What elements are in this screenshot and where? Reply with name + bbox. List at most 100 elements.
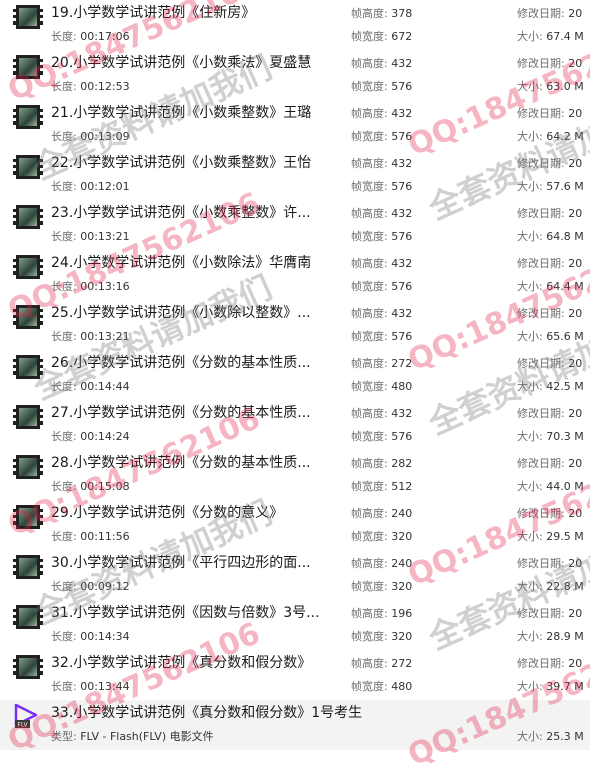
duration-value: 00:13:21: [80, 230, 130, 243]
modified-date-label: 修改日期:: [517, 557, 569, 570]
duration: 长度: 00:15:08: [51, 478, 130, 494]
file-size: 大小: 64.4 M: [517, 278, 584, 294]
frame-width: 帧宽度: 320: [351, 628, 412, 644]
file-size: 大小: 64.2 M: [517, 128, 584, 144]
modified-date-label: 修改日期:: [517, 407, 569, 420]
thumbnail-image: [19, 658, 37, 676]
duration-value: 00:13:44: [80, 680, 130, 693]
duration-value: 00:09:12: [80, 580, 130, 593]
file-size-label: 大小:: [517, 230, 547, 243]
modified-date-value: 20: [568, 657, 583, 670]
file-size: 大小: 44.0 M: [517, 478, 584, 494]
list-item[interactable]: 24.小学数学试讲范例《小数除法》华膺南 长度: 00:13:16 帧高度: 432…: [0, 250, 590, 300]
file-name: 23.小学数学试讲范例《小数乘整数》许...: [51, 205, 311, 221]
file-size-label: 大小:: [517, 280, 547, 293]
list-item[interactable]: 26.小学数学试讲范例《分数的基本性质... 长度: 00:14:44 帧高度: 2…: [0, 350, 590, 400]
list-item[interactable]: 19.小学数学试讲范例《住新房》 长度: 00:17:06 帧高度: 378 帧宽度:…: [0, 0, 590, 50]
duration: 长度: 00:12:53: [51, 78, 130, 94]
duration-label: 长度:: [51, 630, 81, 643]
frame-width: 帧宽度: 576: [351, 228, 412, 244]
file-type: 类型: FLV - Flash(FLV) 电影文件: [51, 728, 214, 744]
file-name: 19.小学数学试讲范例《住新房》: [51, 5, 256, 21]
frame-width-label: 帧宽度:: [351, 280, 392, 293]
frame-width: 帧宽度: 576: [351, 128, 412, 144]
duration-label: 长度:: [51, 180, 81, 193]
frame-width-value: 512: [391, 480, 413, 493]
flv-badge-text: FLV: [17, 722, 28, 729]
frame-width: 帧宽度: 576: [351, 278, 412, 294]
duration: 长度: 00:13:16: [51, 278, 130, 294]
file-name: 28.小学数学试讲范例《分数的基本性质...: [51, 455, 311, 471]
frame-width-value: 672: [391, 30, 413, 43]
modified-date-label: 修改日期:: [517, 257, 569, 270]
frame-width-value: 576: [391, 280, 413, 293]
video-thumbnail: [13, 655, 43, 679]
frame-height-value: 432: [391, 307, 413, 320]
modified-date: 修改日期: 20: [517, 155, 582, 171]
duration-value: 00:12:01: [80, 180, 130, 193]
modified-date-label: 修改日期:: [517, 207, 569, 220]
duration-value: 00:13:16: [80, 280, 130, 293]
video-thumbnail: [13, 605, 43, 629]
list-item[interactable]: 27.小学数学试讲范例《分数的基本性质... 长度: 00:14:24 帧高度: 4…: [0, 400, 590, 450]
modified-date-value: 20: [568, 307, 583, 320]
duration-value: 00:12:53: [80, 80, 130, 93]
frame-height: 帧高度: 378: [351, 5, 412, 21]
thumbnail-image: [19, 408, 37, 426]
list-item[interactable]: 22.小学数学试讲范例《小数乘整数》王怡 长度: 00:12:01 帧高度: 432…: [0, 150, 590, 200]
list-item[interactable]: 28.小学数学试讲范例《分数的基本性质... 长度: 00:15:08 帧高度: 2…: [0, 450, 590, 500]
frame-width-value: 480: [391, 380, 413, 393]
modified-date-label: 修改日期:: [517, 57, 569, 70]
file-name: 22.小学数学试讲范例《小数乘整数》王怡: [51, 155, 312, 171]
file-size-label: 大小:: [517, 430, 547, 443]
list-item[interactable]: 30.小学数学试讲范例《平行四边形的面... 长度: 00:09:12 帧高度: 2…: [0, 550, 590, 600]
duration-label: 长度:: [51, 130, 81, 143]
duration: 长度: 00:12:01: [51, 178, 130, 194]
file-size: 大小: 67.4 M: [517, 28, 584, 44]
duration-label: 长度:: [51, 330, 81, 343]
modified-date-value: 20: [568, 57, 583, 70]
frame-height: 帧高度: 432: [351, 55, 412, 71]
frame-width: 帧宽度: 672: [351, 28, 412, 44]
frame-height-value: 240: [391, 507, 413, 520]
frame-height-value: 432: [391, 257, 413, 270]
modified-date-label: 修改日期:: [517, 107, 569, 120]
list-item[interactable]: 31.小学数学试讲范例《因数与倍数》3号... 长度: 00:14:34 帧高度: …: [0, 600, 590, 650]
file-name: 30.小学数学试讲范例《平行四边形的面...: [51, 555, 311, 571]
duration-label: 长度:: [51, 480, 81, 493]
duration: 长度: 00:14:24: [51, 428, 130, 444]
modified-date: 修改日期: 20: [517, 655, 582, 671]
file-size-value: 28.9 M: [546, 630, 584, 643]
file-size-value: 63.0 M: [546, 80, 584, 93]
file-name: 29.小学数学试讲范例《分数的意义》: [51, 505, 284, 521]
frame-width-value: 320: [391, 530, 413, 543]
file-list: 19.小学数学试讲范例《住新房》 长度: 00:17:06 帧高度: 378 帧宽度:…: [0, 0, 590, 755]
modified-date-value: 20: [568, 207, 583, 220]
list-item[interactable]: 32.小学数学试讲范例《真分数和假分数》 长度: 00:13:44 帧高度: 272…: [0, 650, 590, 700]
modified-date: 修改日期: 20: [517, 305, 582, 321]
list-item[interactable]: 23.小学数学试讲范例《小数乘整数》许... 长度: 00:13:21 帧高度: 4…: [0, 200, 590, 250]
list-item[interactable]: 25.小学数学试讲范例《小数除以整数》... 长度: 00:13:21 帧高度: 4…: [0, 300, 590, 350]
frame-width-label: 帧宽度:: [351, 430, 392, 443]
thumbnail-image: [19, 308, 37, 326]
file-size-value: 29.5 M: [546, 530, 584, 543]
modified-date-value: 20: [568, 507, 583, 520]
file-name: 25.小学数学试讲范例《小数除以整数》...: [51, 305, 311, 321]
duration: 长度: 00:13:09: [51, 128, 130, 144]
thumbnail-image: [19, 458, 37, 476]
list-item[interactable]: 20.小学数学试讲范例《小数乘法》夏盛慧 长度: 00:12:53 帧高度: 432…: [0, 50, 590, 100]
video-thumbnail: [13, 105, 43, 129]
modified-date-value: 20: [568, 407, 583, 420]
thumbnail-image: [19, 358, 37, 376]
list-item[interactable]: 29.小学数学试讲范例《分数的意义》 长度: 00:11:56 帧高度: 240 帧宽…: [0, 500, 590, 550]
frame-width: 帧宽度: 320: [351, 528, 412, 544]
list-item-selected[interactable]: FLV 33.小学数学试讲范例《真分数和假分数》1号考生 类型: FLV - Fla…: [0, 700, 590, 750]
list-item[interactable]: 21.小学数学试讲范例《小数乘整数》王璐 长度: 00:13:09 帧高度: 432…: [0, 100, 590, 150]
file-name: 26.小学数学试讲范例《分数的基本性质...: [51, 355, 311, 371]
duration-label: 长度:: [51, 530, 81, 543]
modified-date: 修改日期: 20: [517, 55, 582, 71]
frame-width-value: 576: [391, 230, 413, 243]
modified-date-value: 20: [568, 257, 583, 270]
file-size-label: 大小:: [517, 580, 547, 593]
frame-width-label: 帧宽度:: [351, 80, 392, 93]
